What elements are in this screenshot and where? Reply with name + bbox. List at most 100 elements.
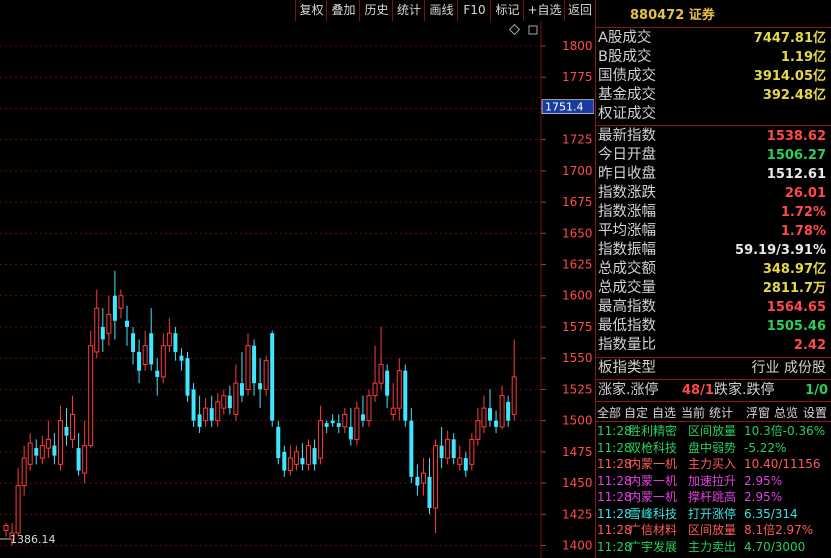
info-row: 今日开盘 1506.27 <box>596 146 831 165</box>
y-tick-label: 1550 <box>562 351 593 365</box>
kline-chart[interactable]: 1800177517501725170016751650162516001575… <box>0 21 594 558</box>
candle-body <box>312 448 317 465</box>
info-value: 1.78% <box>780 224 826 239</box>
alert-row[interactable]: 11:28 双枪科技 盘中弱势 -5.22% <box>596 440 831 457</box>
info-row: 总成交额 348.97亿 <box>596 260 831 279</box>
tab-1[interactable]: 自定 <box>624 404 648 421</box>
candle-body <box>203 407 209 422</box>
candle-body <box>112 295 117 321</box>
alert-stock: 内蒙一机 <box>629 473 678 488</box>
alert-row[interactable]: 11:28 雪峰科技 打开涨停 6.35/314 <box>596 506 831 523</box>
candle-body <box>94 307 100 353</box>
tab-3[interactable]: 当前 <box>681 404 705 421</box>
divider <box>596 379 831 380</box>
info-row: 权证成交 <box>596 105 831 124</box>
y-tick-label: 1625 <box>562 258 593 272</box>
toolbar-btn-2[interactable]: 历史 <box>359 0 393 21</box>
candle-body <box>227 395 232 409</box>
tab-4[interactable]: 统计 <box>709 404 733 421</box>
updown-value: 48/1 <box>682 383 714 398</box>
info-label: 基金成交 <box>598 87 656 103</box>
toolbar-btn-7[interactable]: +自选 <box>523 0 565 21</box>
toolbar-btn-4[interactable]: 画线 <box>424 0 458 21</box>
candle-body <box>366 395 372 422</box>
candle-body <box>354 407 360 440</box>
alert-time: 11:28 <box>597 523 632 537</box>
candle-body <box>385 370 390 396</box>
candle-body <box>282 451 287 471</box>
candle-body <box>511 376 517 415</box>
alert-stock: 广宇发展 <box>629 539 678 554</box>
info-value: 392.48亿 <box>762 88 826 103</box>
alert-time: 11:28 <box>597 457 632 471</box>
info-row: 指数量比 2.42 <box>596 336 831 355</box>
info-label: 最低指数 <box>598 318 656 334</box>
info-label: B股成交 <box>598 49 652 65</box>
candle-body <box>506 401 511 421</box>
alert-event: 主力卖出 <box>688 539 737 554</box>
info-value: 1512.61 <box>766 167 826 182</box>
alert-row[interactable]: 11:28 内蒙一机 加速拉升 2.95% <box>596 473 831 490</box>
y-tick-label: 1575 <box>562 320 593 334</box>
toolbar-btn-3[interactable]: 统计 <box>392 0 425 21</box>
candle-body <box>390 407 396 415</box>
alert-row[interactable]: 11:28 胜利精密 区间放量 10.3倍-0.36% <box>596 423 831 440</box>
candle-body <box>239 383 244 396</box>
info-value: 7447.81亿 <box>753 31 826 46</box>
info-value: 59.19/3.91% <box>735 243 826 258</box>
y-tick-label: 1775 <box>562 70 593 84</box>
info-label: 总成交额 <box>598 261 656 277</box>
candle-body <box>494 420 499 427</box>
candle-body <box>155 370 160 377</box>
y-tick-label: 1700 <box>562 164 593 178</box>
info-label: 指数振幅 <box>598 242 656 258</box>
candle-body <box>118 295 124 309</box>
tab-0[interactable]: 全部 <box>597 404 621 421</box>
candle-body <box>221 395 227 409</box>
index-info-panel: 880472 证券 A股成交 7447.81亿 B股成交 1.19亿 国债成交 3914.… <box>595 0 831 558</box>
toolbar-btn-5[interactable]: F10 <box>457 0 491 21</box>
candle-body <box>215 401 221 422</box>
info-row: 最新指数 1538.62 <box>596 127 831 146</box>
candle-body <box>70 413 76 440</box>
alert-time: 11:28 <box>597 424 632 438</box>
alert-event: 加速拉升 <box>688 473 737 488</box>
tab-6[interactable]: 总览 <box>774 404 798 421</box>
info-label: 国债成交 <box>598 68 656 84</box>
info-label: A股成交 <box>598 30 652 46</box>
y-tick-label: 1675 <box>562 195 593 209</box>
toolbar-btn-6[interactable]: 标记 <box>490 0 524 21</box>
candle-body <box>160 345 166 378</box>
toolbar-btn-0[interactable]: 复权 <box>295 0 327 21</box>
candle-body <box>378 363 384 384</box>
down-value: 1/0 <box>805 383 828 398</box>
candle-body <box>293 451 299 465</box>
alert-row[interactable]: 11:28 广宇发展 主力卖出 4.70/3000 <box>596 539 831 556</box>
toolbar-btn-1[interactable]: 叠加 <box>326 0 360 21</box>
board-type-row: 板指类型 行业 成份股 <box>596 359 831 378</box>
alert-row[interactable]: 11:28 广信材料 区间放量 8.1倍2.97% <box>596 522 831 539</box>
info-label: 最高指数 <box>598 299 656 315</box>
tab-5[interactable]: 浮窗 <box>746 404 770 421</box>
candle-body <box>233 382 239 415</box>
info-value: 1506.27 <box>766 148 826 163</box>
candle-body <box>173 333 178 352</box>
alert-time: 11:28 <box>597 440 632 455</box>
info-label: 最新指数 <box>598 128 656 144</box>
y-tick-label: 1525 <box>562 382 593 396</box>
alert-row[interactable]: 11:28 内蒙一机 撑杆跳高 2.95% <box>596 489 831 506</box>
info-row: 国债成交 3914.05亿 <box>596 67 831 86</box>
info-label: 权证成交 <box>598 106 656 122</box>
info-label: 指数涨跌 <box>598 185 656 201</box>
kline-chart-area[interactable]: 1800177517501725170016751650162516001575… <box>0 21 594 558</box>
alert-event: 打开涨停 <box>688 506 737 521</box>
candle-body <box>166 332 172 347</box>
info-row: B股成交 1.19亿 <box>596 48 831 67</box>
tab-2[interactable]: 自选 <box>652 404 676 421</box>
toolbar-btn-8[interactable]: 返回 <box>564 0 595 21</box>
candle-body <box>45 438 51 449</box>
alert-row[interactable]: 11:28 内蒙一机 主力买入 10.40/11156 <box>596 456 831 473</box>
info-value: 2811.7万 <box>762 281 826 296</box>
tab-7[interactable]: 设置 <box>803 404 827 421</box>
candle-body <box>306 445 311 465</box>
